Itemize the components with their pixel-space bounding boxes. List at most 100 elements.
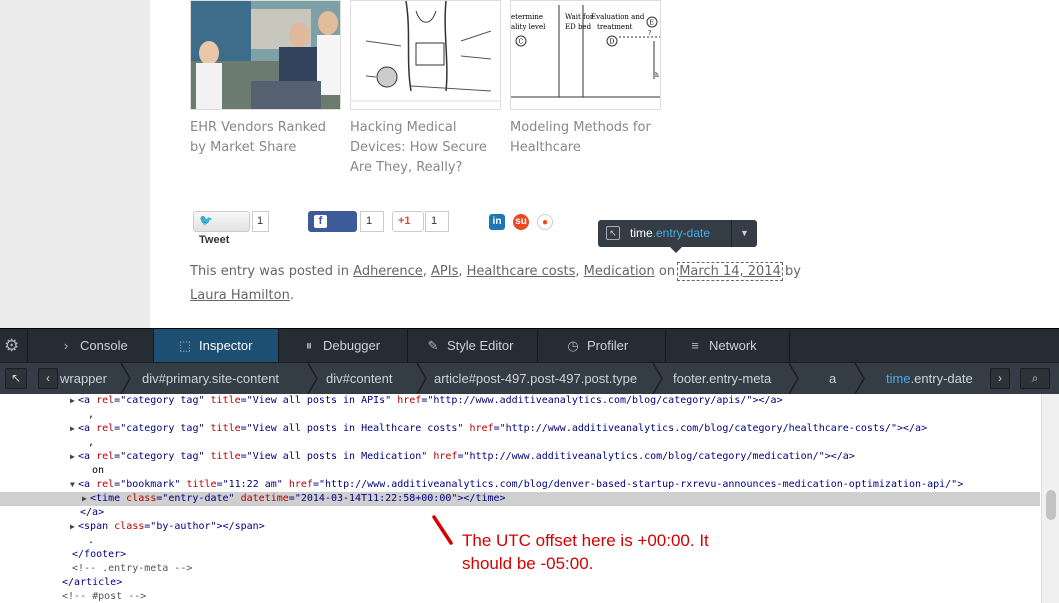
- diagram-node-c: C: [519, 39, 524, 46]
- related-post-title-3[interactable]: Modeling Methods for Healthcare: [510, 118, 662, 158]
- console-icon: ›: [63, 338, 69, 353]
- tweet-button[interactable]: 🐦 Tweet: [193, 211, 250, 246]
- breadcrumb-separators: [120, 363, 865, 394]
- related-post-3[interactable]: etermine ality level Wait for ED bed Eva…: [510, 0, 662, 158]
- inspector-icon: ⬚: [178, 338, 192, 353]
- author-link[interactable]: Laura Hamilton: [190, 288, 290, 303]
- post-date-link[interactable]: March 14, 2014: [677, 262, 783, 281]
- annotation-note: The UTC offset here is +00:00. It should…: [462, 529, 709, 575]
- stumbleupon-icon[interactable]: su: [513, 214, 529, 230]
- markup-line-article-close[interactable]: </article>: [0, 576, 1040, 590]
- expand-twisty-icon[interactable]: ▶: [70, 394, 78, 408]
- category-link-apis[interactable]: APIs: [431, 264, 458, 279]
- separator: ,: [422, 264, 432, 279]
- related-post-1[interactable]: EHR Vendors Ranked by Market Share: [190, 0, 342, 158]
- category-link-adherence[interactable]: Adherence: [353, 264, 423, 279]
- diagram-text-ed-bed: ED bed: [565, 23, 592, 31]
- linkedin-icon[interactable]: in: [489, 214, 505, 230]
- inspector-breadcrumbs: ↖ ‹ wrapper div#primary.site-content div…: [0, 362, 1059, 394]
- category-link-medication[interactable]: Medication: [584, 264, 655, 279]
- tab-console-label: Console: [80, 338, 128, 353]
- on-text: on: [654, 264, 680, 279]
- diagram-text-wait: Wait for: [565, 13, 594, 21]
- style-editor-icon: ✎: [427, 338, 439, 353]
- markup-line-a-bookmark[interactable]: ▼ <a rel="bookmark" title="11:22 am" href…: [0, 478, 1040, 492]
- devtools-options-gear-icon[interactable]: ⚙: [0, 329, 28, 362]
- markup-text-comma[interactable]: ,: [0, 436, 1040, 450]
- separator: ,: [575, 264, 584, 279]
- diagram-text-h: h: [655, 72, 659, 79]
- markup-line-a-close[interactable]: </a>: [0, 506, 1040, 520]
- markup-scrollbar[interactable]: [1041, 394, 1059, 603]
- markup-line-a-healthcare[interactable]: ▶ <a rel="category tag" title="View all p…: [0, 422, 1040, 436]
- markup-line-a-apis[interactable]: ▶ <a rel="category tag" title="View all p…: [0, 394, 1040, 408]
- infobar-dropdown-icon[interactable]: ▼: [731, 220, 757, 247]
- infobar-pick-icon[interactable]: ↖: [606, 226, 620, 240]
- by-text: by: [780, 264, 801, 279]
- tab-style-editor[interactable]: ✎ Style Editor: [408, 329, 538, 362]
- expand-twisty-icon[interactable]: ▶: [82, 492, 90, 506]
- related-post-title-2[interactable]: Hacking Medical Devices: How Secure Are …: [350, 118, 502, 178]
- collapse-twisty-icon[interactable]: ▼: [70, 478, 78, 492]
- tab-style-editor-label: Style Editor: [447, 338, 514, 353]
- expand-twisty-icon[interactable]: ▶: [70, 422, 78, 436]
- related-post-image-flow-diagram[interactable]: etermine ality level Wait for ED bed Eva…: [510, 0, 661, 110]
- tab-debugger[interactable]: ⏸ Debugger: [279, 329, 408, 362]
- entry-meta: This entry was posted in Adherence, APIs…: [190, 260, 810, 308]
- debugger-icon: ⏸: [305, 338, 313, 353]
- markup-scrollbar-thumb[interactable]: [1046, 490, 1056, 520]
- markup-comment-post[interactable]: <!-- #post -->: [0, 590, 1040, 603]
- markup-line-time-selected[interactable]: ▶ <time class="entry-date" datetime="2014…: [0, 492, 1040, 506]
- twitter-bird-icon: 🐦: [199, 215, 213, 227]
- tweet-label: Tweet: [199, 234, 230, 246]
- tab-network-label: Network: [709, 338, 757, 353]
- google-plus-button[interactable]: +1: [392, 211, 424, 232]
- category-link-healthcare-costs[interactable]: Healthcare costs: [467, 264, 576, 279]
- like-count: 1: [360, 211, 384, 232]
- google-plus-label: +1: [398, 215, 411, 227]
- tab-inspector-label: Inspector: [199, 338, 253, 353]
- node-infobar: ↖ time.entry-date ▼: [598, 220, 757, 253]
- related-post-image-device-diagram[interactable]: [350, 0, 501, 110]
- related-post-image-doctors[interactable]: [190, 0, 341, 110]
- markup-text-on[interactable]: on: [0, 464, 1040, 478]
- markup-line-a-medication[interactable]: ▶ <a rel="category tag" title="View all p…: [0, 450, 1040, 464]
- diagram-node-question: ?: [648, 30, 651, 37]
- expand-twisty-icon[interactable]: ▶: [70, 450, 78, 464]
- related-post-2[interactable]: Hacking Medical Devices: How Secure Are …: [350, 0, 502, 178]
- annotation-line-2: should be -05:00.: [462, 554, 594, 573]
- infobar-tag: time: [630, 226, 653, 240]
- devtools-tab-bar: ⚙ › Console ⬚ Inspector ⏸ Debugger ✎ Style E…: [0, 328, 1059, 362]
- markup-text-comma[interactable]: ,: [0, 408, 1040, 422]
- separator: ,: [458, 264, 467, 279]
- infobar-class: .entry-date: [652, 226, 711, 240]
- search-icon[interactable]: ⌕: [1020, 368, 1050, 389]
- reddit-icon[interactable]: ●: [537, 214, 553, 230]
- network-icon: ≡: [691, 338, 699, 353]
- diagram-text-quality: ality level: [511, 23, 546, 31]
- profiler-icon: ◷: [567, 338, 579, 353]
- related-post-title-1[interactable]: EHR Vendors Ranked by Market Share: [190, 118, 342, 158]
- diagram-text-treatment: treatment: [597, 23, 633, 31]
- diagram-text-evaluation: Evaluation and: [591, 13, 645, 21]
- period: .: [289, 288, 294, 303]
- annotation-mark: [432, 515, 453, 545]
- annotation-line-1: The UTC offset here is +00:00. It: [462, 531, 709, 550]
- tab-inspector[interactable]: ⬚ Inspector: [154, 329, 279, 362]
- tweet-count: 1: [252, 211, 269, 232]
- diagram-node-d: D: [610, 39, 615, 46]
- tab-profiler[interactable]: ◷ Profiler: [538, 329, 666, 362]
- facebook-like-button[interactable]: f Like: [308, 211, 357, 246]
- diagram-node-e: E: [650, 20, 654, 27]
- breadcrumb-scroll-right-icon[interactable]: ›: [990, 368, 1010, 389]
- tab-console[interactable]: › Console: [28, 329, 154, 362]
- like-label: Like: [314, 234, 337, 246]
- tab-network[interactable]: ≡ Network: [666, 329, 790, 362]
- web-page-viewport: EHR Vendors Ranked by Market Share Hacki…: [0, 0, 1059, 328]
- entry-meta-prefix: This entry was posted in: [190, 264, 354, 279]
- expand-twisty-icon[interactable]: ▶: [70, 520, 78, 534]
- tab-debugger-label: Debugger: [323, 338, 381, 353]
- infobar-selector: time.entry-date: [630, 220, 710, 247]
- diagram-text-determine: etermine: [511, 13, 543, 21]
- tab-profiler-label: Profiler: [587, 338, 629, 353]
